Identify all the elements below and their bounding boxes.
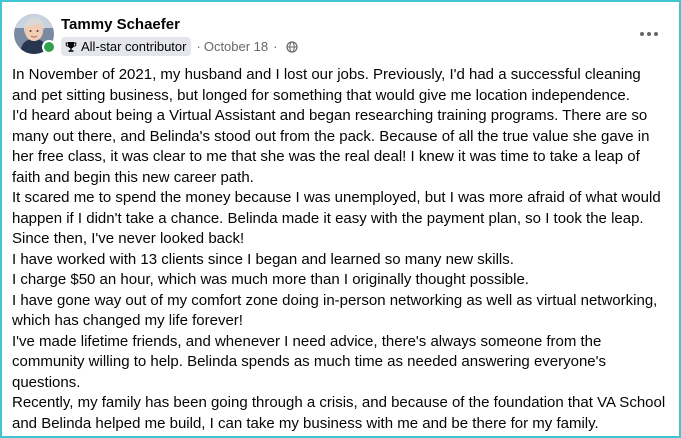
post-paragraph: Recently, my family has been going throu… [12, 394, 666, 432]
meta-separator-2: · [273, 39, 278, 54]
trophy-icon [65, 41, 77, 52]
more-options-icon[interactable] [637, 22, 661, 46]
post-date[interactable]: October 18 [204, 39, 268, 54]
meta-separator: · [196, 39, 201, 54]
author-avatar[interactable] [14, 14, 56, 54]
post-meta: All-star contributor · October 18 · [61, 37, 298, 56]
post-paragraph: I have worked with 13 clients since I be… [12, 250, 514, 268]
post-header: Tammy Schaefer All-star contributor · Oc… [14, 14, 665, 58]
post-text: In November of 2021, my husband and I lo… [12, 65, 668, 434]
globe-icon[interactable] [285, 40, 298, 53]
post-paragraph: I'd heard about being a Virtual Assistan… [12, 107, 650, 186]
contributor-badge[interactable]: All-star contributor [61, 37, 192, 56]
post-paragraph: In November of 2021, my husband and I lo… [12, 66, 641, 104]
post-paragraph: I have gone way out of my comfort zone d… [12, 291, 658, 330]
online-status-dot [42, 40, 56, 54]
post-paragraph: I charge $50 an hour, which was much mor… [12, 271, 529, 288]
post-card: Tammy Schaefer All-star contributor · Oc… [0, 0, 681, 438]
badge-label: All-star contributor [81, 39, 187, 54]
author-name[interactable]: Tammy Schaefer [61, 16, 180, 34]
post-paragraph: It scared me to spend the money because … [12, 189, 661, 247]
post-paragraph: I've made lifetime friends, and whenever… [12, 332, 607, 391]
